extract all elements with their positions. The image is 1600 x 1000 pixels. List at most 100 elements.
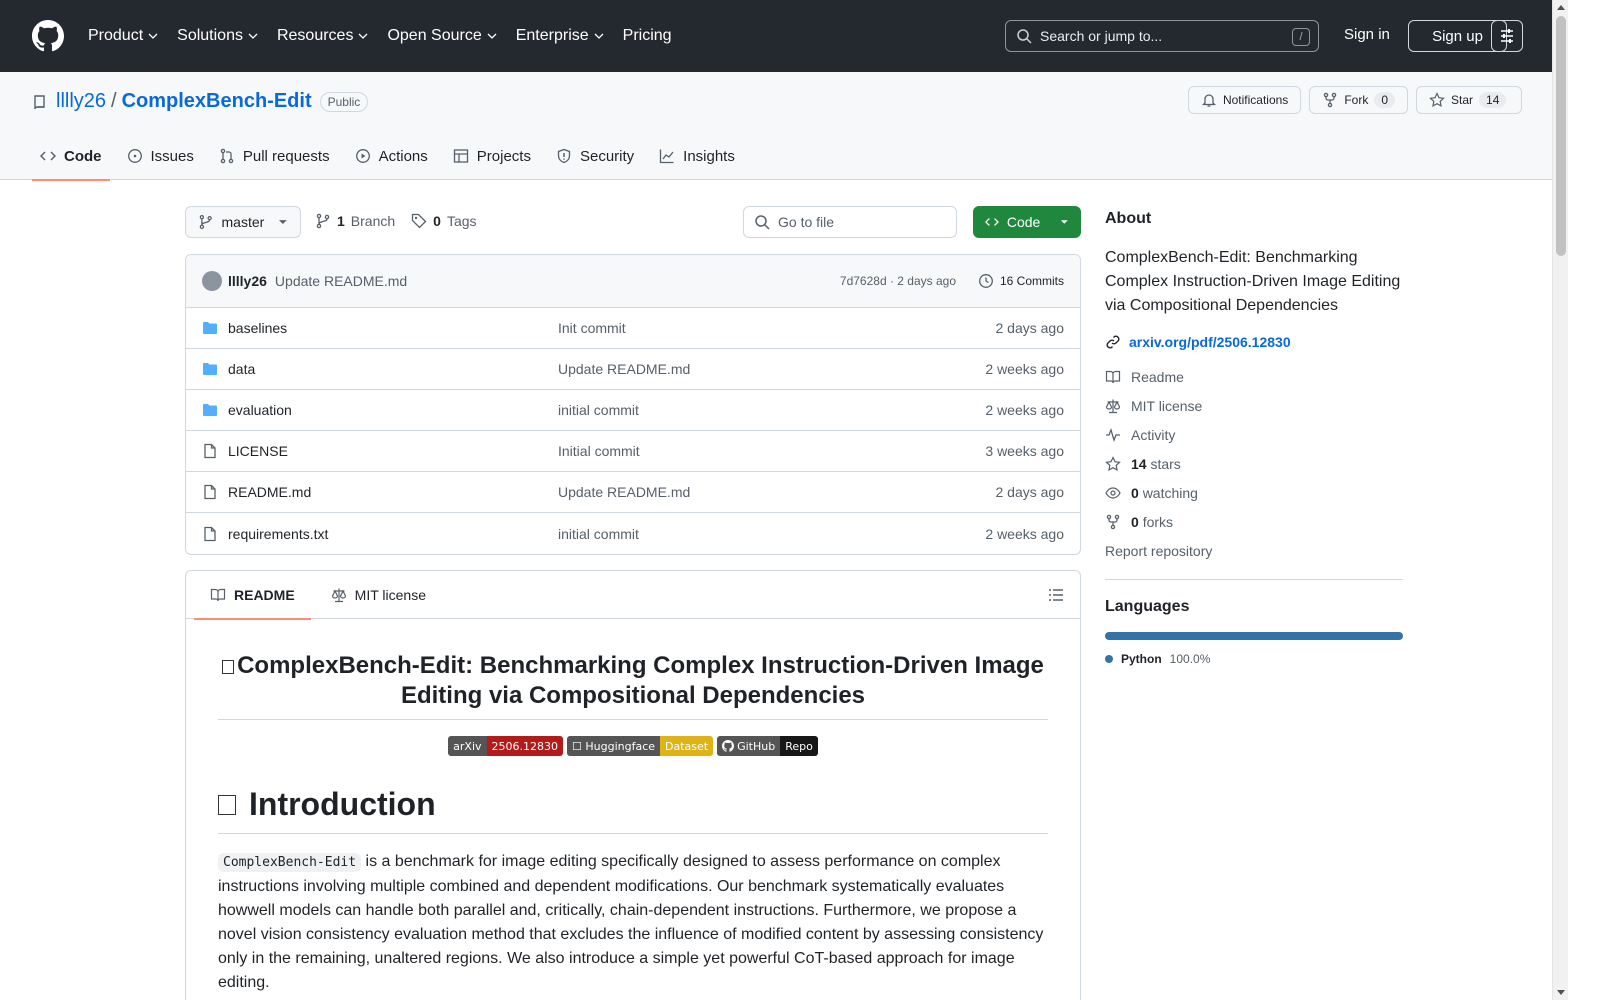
- notifications-button[interactable]: Notifications: [1187, 86, 1302, 114]
- main-nav: Product Solutions Resources Open Source …: [88, 27, 690, 45]
- readme-link[interactable]: Readme: [1105, 362, 1403, 391]
- github-badge[interactable]: GitHub Repo: [717, 736, 818, 756]
- commits-history-link[interactable]: 16 Commits: [978, 273, 1064, 289]
- star-icon: [1105, 455, 1121, 471]
- tab-license[interactable]: MIT license: [323, 571, 434, 619]
- repo-actions: Notifications Fork 0 Star 14: [1187, 86, 1522, 114]
- file-name[interactable]: LICENSE: [228, 443, 558, 459]
- file-commit-message[interactable]: initial commit: [558, 402, 639, 418]
- graph-icon: [660, 149, 674, 164]
- bell-icon: [1201, 94, 1217, 107]
- language-item[interactable]: Python 100.0%: [1105, 652, 1403, 666]
- file-name[interactable]: evaluation: [228, 402, 558, 418]
- fork-button[interactable]: Fork 0: [1309, 86, 1408, 114]
- github-logo-icon[interactable]: [32, 20, 64, 52]
- file-row[interactable]: data Update README.md 2 weeks ago: [186, 349, 1080, 390]
- chevron-down-icon: [148, 33, 158, 39]
- file-name[interactable]: README.md: [228, 484, 558, 500]
- introduction-heading: Introduction: [218, 786, 1048, 834]
- file-row[interactable]: LICENSE Initial commit 3 weeks ago: [186, 431, 1080, 472]
- caret-down-icon: [1061, 220, 1069, 224]
- tab-security[interactable]: Security: [548, 132, 642, 180]
- nav-open-source[interactable]: Open Source: [387, 27, 497, 45]
- introduction-paragraph: ComplexBench-Edit is a benchmark for ima…: [218, 853, 1044, 991]
- vertical-scrollbar[interactable]: [1552, 0, 1568, 1000]
- file-row[interactable]: baselines Init commit 2 days ago: [186, 308, 1080, 349]
- nav-resources[interactable]: Resources: [277, 27, 369, 45]
- branches-link[interactable]: 1 Branch: [315, 213, 395, 229]
- tab-insights[interactable]: Insights: [651, 132, 743, 180]
- branch-tag-info: 1 Branch 0 Tags: [315, 213, 477, 229]
- scroll-down-arrow-icon[interactable]: [1557, 990, 1565, 995]
- tags-link[interactable]: 0 Tags: [411, 213, 477, 229]
- chevron-down-icon: [358, 33, 368, 39]
- repo-owner-link[interactable]: lllly26: [56, 90, 106, 113]
- repo-title: lllly26 / ComplexBench-Edit Public: [32, 90, 369, 113]
- star-button[interactable]: Star 14: [1416, 86, 1522, 114]
- page-margin: [1568, 0, 1600, 1000]
- tab-code[interactable]: Code: [32, 132, 110, 181]
- branch-selector[interactable]: master: [185, 206, 301, 238]
- homepage-link[interactable]: arxiv.org/pdf/2506.12830: [1105, 334, 1403, 350]
- file-name[interactable]: requirements.txt: [228, 526, 558, 542]
- tab-issues[interactable]: Issues: [119, 132, 202, 180]
- about-heading: About: [1105, 210, 1152, 227]
- tab-projects[interactable]: Projects: [445, 132, 539, 180]
- sign-in-link[interactable]: Sign in: [1344, 26, 1390, 43]
- file-commit-message[interactable]: Init commit: [558, 320, 626, 336]
- file-commit-message[interactable]: Update README.md: [558, 361, 690, 377]
- commit-author[interactable]: lllly26: [228, 273, 267, 289]
- file-commit-message[interactable]: initial commit: [558, 526, 639, 542]
- nav-enterprise[interactable]: Enterprise: [516, 27, 605, 45]
- nav-pricing[interactable]: Pricing: [623, 27, 672, 45]
- readme-panel: README MIT license ComplexBench-Edit: Be…: [185, 570, 1081, 1000]
- nav-solutions[interactable]: Solutions: [177, 27, 259, 45]
- forks-link[interactable]: 0 forks: [1105, 507, 1403, 536]
- list-icon[interactable]: [1048, 587, 1064, 603]
- tab-readme[interactable]: README: [194, 571, 311, 620]
- scrollbar-thumb[interactable]: [1556, 16, 1566, 256]
- fork-icon: [1106, 514, 1120, 529]
- license-link[interactable]: MIT license: [1105, 391, 1403, 420]
- stars-link[interactable]: 14 stars: [1105, 449, 1403, 478]
- huggingface-badge[interactable]: ☐ Huggingface Dataset: [567, 736, 714, 756]
- github-logo-icon: [722, 740, 735, 752]
- file-date: 2 weeks ago: [985, 361, 1064, 377]
- tab-pull-requests[interactable]: Pull requests: [211, 132, 338, 180]
- law-icon: [1105, 399, 1121, 413]
- report-repository-link[interactable]: Report repository: [1105, 536, 1403, 565]
- latest-commit-row: lllly26 Update README.md 7d7628d · 2 day…: [186, 255, 1080, 308]
- file-name[interactable]: baselines: [228, 320, 558, 336]
- sliders-icon: [1501, 29, 1513, 43]
- tab-actions[interactable]: Actions: [347, 132, 436, 180]
- pulse-icon: [1106, 427, 1120, 442]
- go-to-file-input[interactable]: Go to file: [743, 206, 957, 238]
- code-icon: [40, 151, 56, 161]
- table-icon: [453, 149, 468, 163]
- nav-product[interactable]: Product: [88, 27, 159, 45]
- caret-down-icon: [279, 220, 288, 224]
- readme-title: ComplexBench-Edit: Benchmarking Complex …: [218, 651, 1048, 720]
- commit-message[interactable]: Update README.md: [275, 273, 407, 289]
- global-search-input[interactable]: Search or jump to... /: [1005, 20, 1319, 52]
- file-commit-message[interactable]: Initial commit: [558, 443, 640, 459]
- code-dropdown-button[interactable]: Code: [973, 206, 1081, 238]
- activity-link[interactable]: Activity: [1105, 420, 1403, 449]
- file-row[interactable]: README.md Update README.md 2 days ago: [186, 472, 1080, 513]
- watchers-link[interactable]: 0 watching: [1105, 478, 1403, 507]
- file-row[interactable]: requirements.txt initial commit 2 weeks …: [186, 513, 1080, 554]
- scroll-up-arrow-icon[interactable]: [1557, 5, 1565, 10]
- law-icon: [331, 588, 346, 602]
- file-name[interactable]: data: [228, 361, 558, 377]
- repo-name-link[interactable]: ComplexBench-Edit: [122, 90, 312, 113]
- file-commit-message[interactable]: Update README.md: [558, 484, 690, 500]
- file-icon: [204, 526, 216, 541]
- branch-icon: [316, 213, 330, 229]
- search-shortcut-key: /: [1292, 28, 1310, 46]
- inline-code: ComplexBench-Edit: [218, 853, 362, 872]
- settings-menu-button[interactable]: [1491, 20, 1523, 52]
- avatar[interactable]: [202, 271, 222, 291]
- file-row[interactable]: evaluation initial commit 2 weeks ago: [186, 390, 1080, 431]
- commit-meta[interactable]: 7d7628d · 2 days ago: [840, 274, 956, 288]
- arxiv-badge[interactable]: arXiv 2506.12830: [448, 736, 563, 756]
